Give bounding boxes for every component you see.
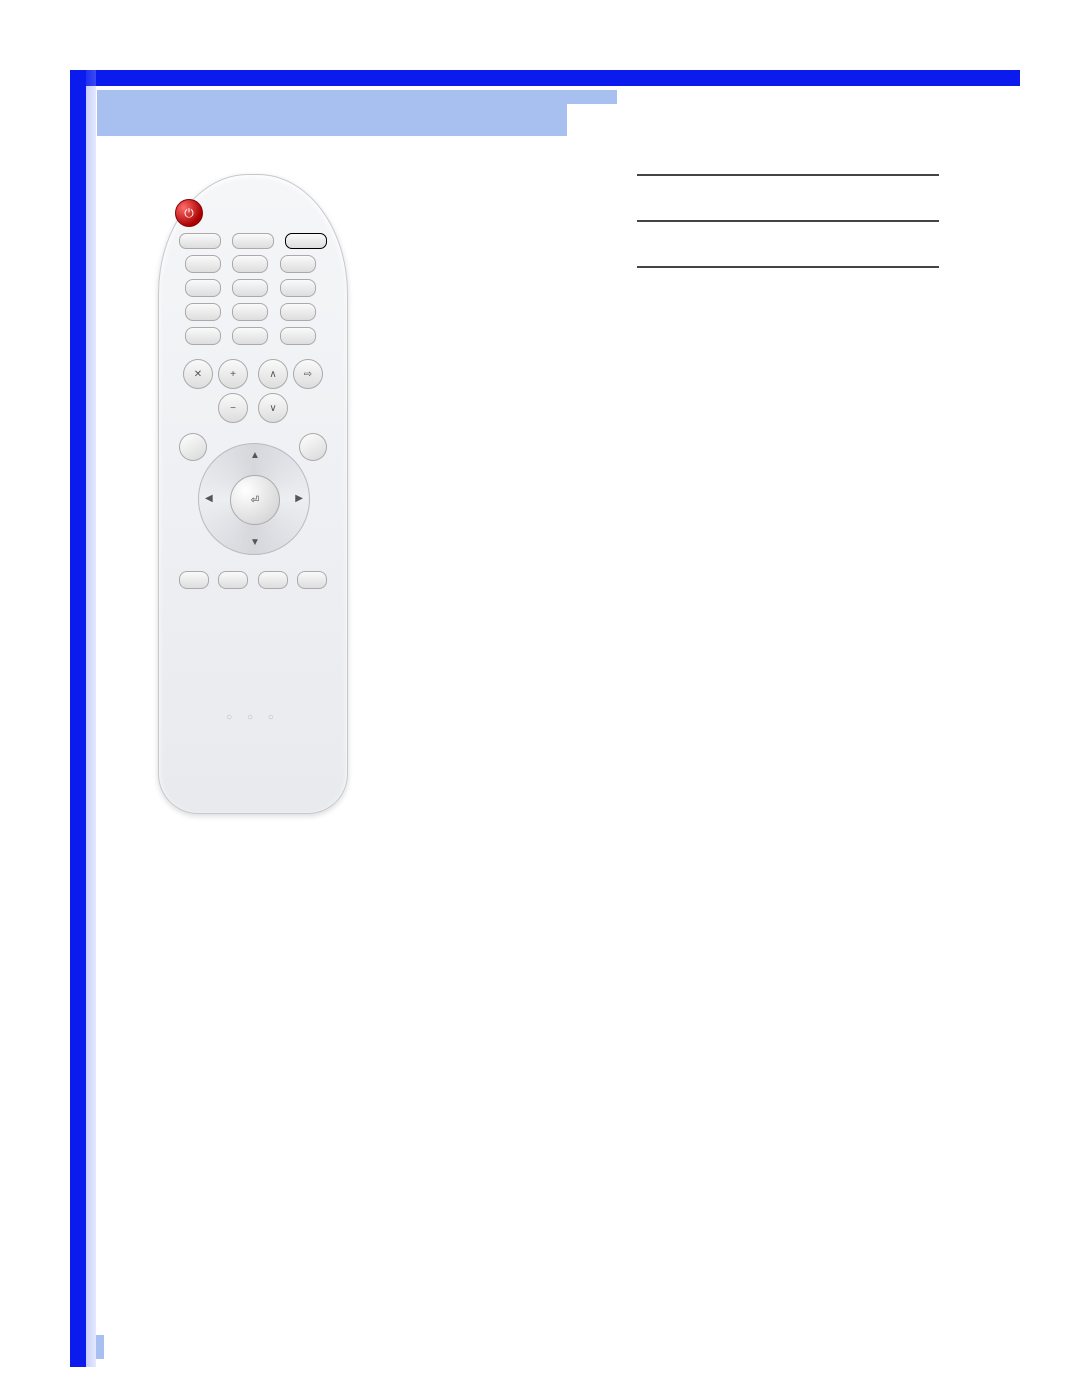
right-arrow-icon: ▶ [295, 493, 303, 504]
key-9 [280, 303, 316, 321]
source-button: ⇨ [293, 359, 323, 389]
mode-pill [285, 233, 327, 249]
ch-down: ∨ [258, 393, 288, 423]
vol-ch-row: ✕ + − ∧ ∨ ⇨ [175, 355, 331, 427]
number-pad [175, 255, 331, 349]
dpad-area: ▲ ▼ ◀ ▶ ⏎ [175, 433, 331, 563]
up-arrow-icon: ▲ [250, 450, 260, 461]
body-row: ⏻ [158, 174, 990, 814]
page-content: ⏻ [98, 90, 1020, 814]
step-text [418, 174, 623, 186]
chapter-header [97, 90, 1020, 136]
frame-left [70, 70, 86, 1367]
enter-button: ⏎ [230, 475, 280, 525]
step-text [418, 220, 623, 232]
key-3 [280, 255, 316, 273]
footer-tick-icon [96, 1335, 104, 1359]
step-3 [376, 266, 990, 278]
remote-illustration: ⏻ [158, 174, 348, 814]
osd-screenshot-3 [637, 266, 939, 268]
osd-screenshot-1 [637, 174, 939, 176]
vol-up: + [218, 359, 248, 389]
key-8 [232, 303, 268, 321]
key-5 [232, 279, 268, 297]
pmode-pill [179, 233, 221, 249]
page-footer [96, 1335, 112, 1359]
smode-pill [232, 233, 274, 249]
key-2 [232, 255, 268, 273]
step-1 [376, 174, 990, 186]
manual-page: ⏻ [0, 0, 1080, 1397]
key-4 [185, 279, 221, 297]
mts-button [258, 571, 288, 589]
frame-top [70, 70, 1020, 86]
dpad: ▲ ▼ ◀ ▶ ⏎ [198, 443, 310, 555]
bottom-button-row [175, 571, 331, 589]
power-button: ⏻ [175, 199, 203, 227]
left-arrow-icon: ◀ [205, 493, 213, 504]
key-6 [280, 279, 316, 297]
key-prech [280, 327, 316, 345]
header-band-bg [97, 90, 567, 136]
osd-screenshot-2 [637, 220, 939, 222]
down-arrow-icon: ▼ [250, 537, 260, 548]
step-2 [376, 220, 990, 232]
key-plus100 [185, 327, 221, 345]
srs-button [297, 571, 327, 589]
key-0 [232, 327, 268, 345]
chapter-title [97, 90, 1020, 94]
key-7 [185, 303, 221, 321]
vol-down: − [218, 393, 248, 423]
step-text [418, 266, 623, 278]
exit-button [294, 428, 332, 466]
ch-up: ∧ [258, 359, 288, 389]
mute-button: ✕ [183, 359, 213, 389]
remote-dots: ○ ○ ○ [159, 712, 347, 723]
psize-button [179, 571, 209, 589]
steps-column [376, 174, 990, 814]
menu-button [174, 428, 212, 466]
still-button [218, 571, 248, 589]
key-1 [185, 255, 221, 273]
